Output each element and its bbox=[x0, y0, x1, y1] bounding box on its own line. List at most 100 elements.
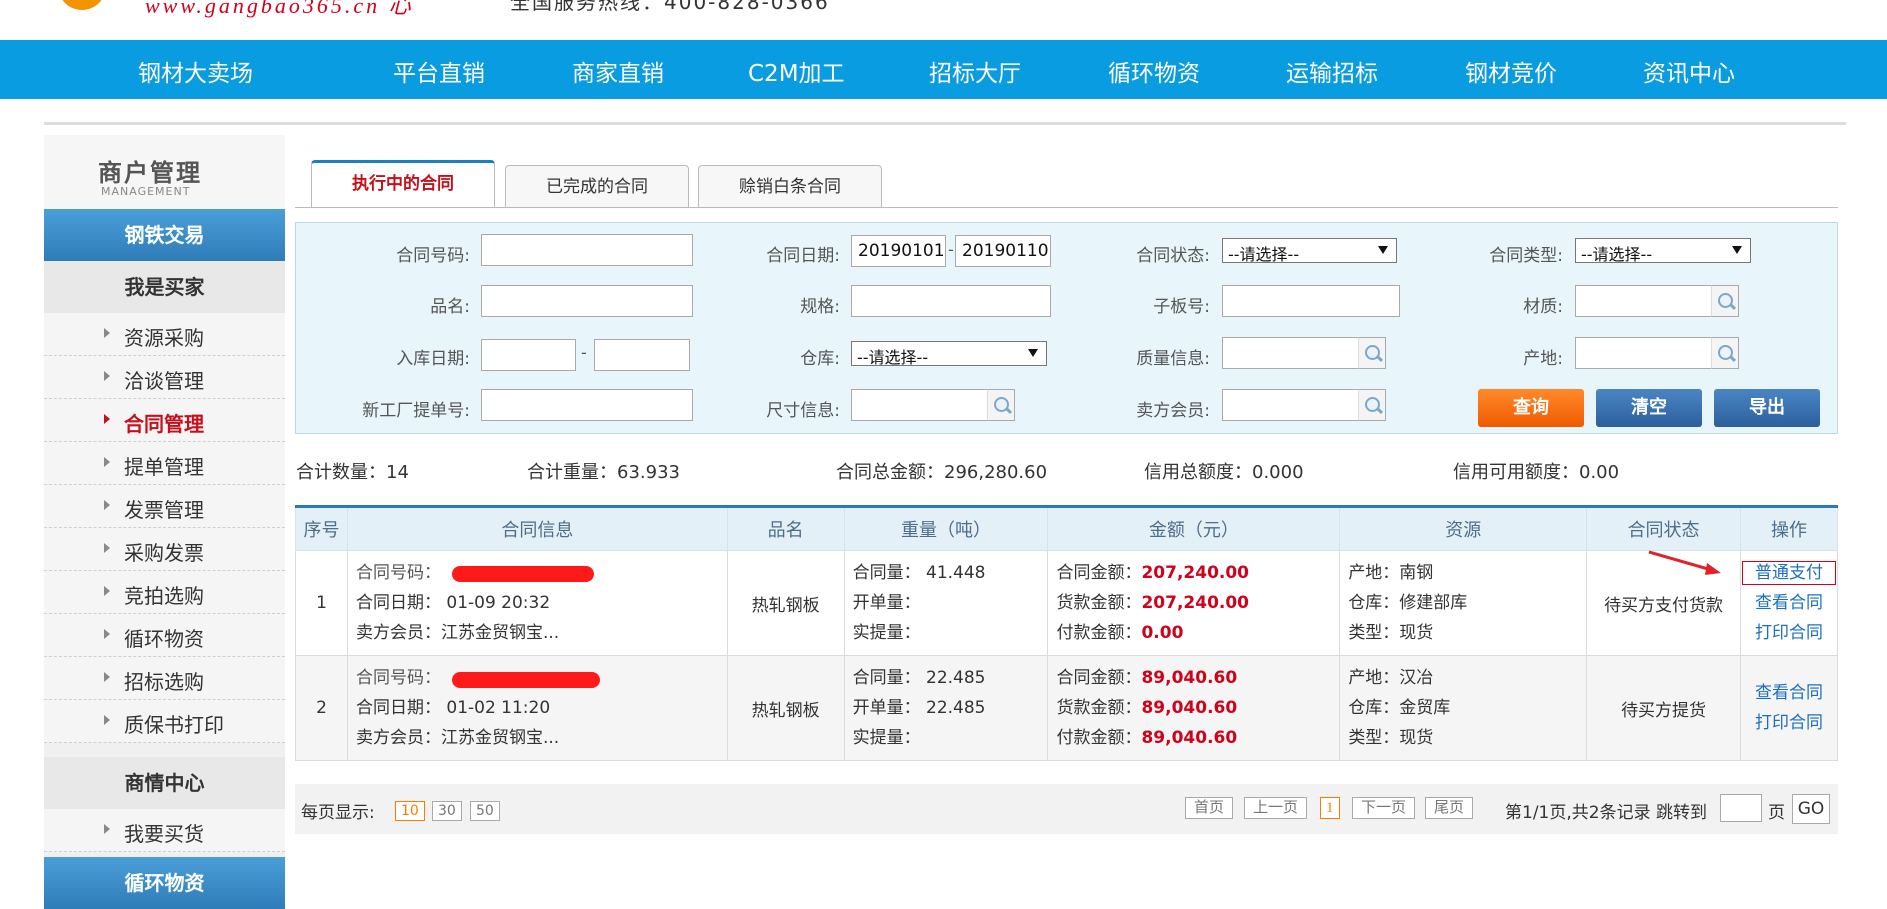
sidebar-item-buy-goods[interactable]: 我要买货 bbox=[44, 809, 285, 852]
seller-line: 卖方会员：江苏金贸钢宝... bbox=[355, 728, 560, 748]
search-icon[interactable] bbox=[1358, 389, 1386, 421]
sidebar-item-resource-purchase[interactable]: 资源采购 bbox=[44, 313, 285, 356]
sidebar-item-purchase-invoice[interactable]: 采购发票 bbox=[44, 528, 285, 571]
sidebar-item-invoice[interactable]: 发票管理 bbox=[44, 485, 285, 528]
view-contract-link[interactable]: 查看合同 bbox=[1741, 678, 1837, 708]
date-to-input[interactable]: 20190110 bbox=[955, 235, 1051, 267]
new-bill-input[interactable] bbox=[481, 389, 693, 421]
amount-paid-label: 付款金额： bbox=[1056, 728, 1142, 748]
arrow-right-icon bbox=[104, 629, 110, 639]
current-page[interactable]: 1 bbox=[1320, 797, 1340, 819]
sidebar-item-recycle[interactable]: 循环物资 bbox=[44, 614, 285, 657]
amount-contract-label: 合同金额： bbox=[1056, 563, 1142, 583]
export-button[interactable]: 导出 bbox=[1714, 389, 1820, 427]
nav-item-platform-direct[interactable]: 平台直销 bbox=[393, 54, 485, 88]
material-input[interactable] bbox=[1575, 285, 1712, 317]
next-page-button[interactable]: 下一页 bbox=[1352, 797, 1416, 819]
nav-item-tender-hall[interactable]: 招标大厅 bbox=[929, 54, 1021, 88]
sidebar-item-label: 合同管理 bbox=[124, 412, 204, 436]
nav-item-news[interactable]: 资讯中心 bbox=[1643, 54, 1735, 88]
amount-contract-line: 合同金额：207,240.00 bbox=[1056, 558, 1339, 588]
sidebar-item-tender[interactable]: 招标选购 bbox=[44, 657, 285, 700]
warehouse-select[interactable]: --请选择-- bbox=[851, 341, 1047, 367]
search-icon[interactable] bbox=[1711, 285, 1739, 317]
sidebar-section-steel-trade[interactable]: 钢铁交易 bbox=[44, 209, 285, 261]
go-button[interactable]: GO bbox=[1792, 794, 1830, 824]
logo-icon[interactable] bbox=[58, 0, 106, 10]
prev-page-button[interactable]: 上一页 bbox=[1244, 797, 1308, 819]
amount-paid-label: 付款金额： bbox=[1056, 623, 1142, 643]
sidebar-item-bill[interactable]: 提单管理 bbox=[44, 442, 285, 485]
nav-item-steel-bidding[interactable]: 钢材竞价 bbox=[1465, 54, 1557, 88]
in-date-from-input[interactable] bbox=[481, 339, 576, 371]
search-icon[interactable] bbox=[1358, 337, 1386, 369]
last-page-button[interactable]: 尾页 bbox=[1425, 797, 1474, 819]
contract-no-label: 合同号码： bbox=[355, 563, 441, 583]
query-button[interactable]: 查询 bbox=[1478, 389, 1584, 427]
contract-date-line: 合同日期： 01-02 11:20 bbox=[355, 698, 551, 718]
site-url[interactable]: www.gangbao365.cn 心 bbox=[145, 0, 414, 20]
normal-pay-button[interactable]: 普通支付 bbox=[1742, 561, 1836, 585]
tab-executing-contracts[interactable]: 执行中的合同 bbox=[311, 160, 495, 207]
in-date-to-input[interactable] bbox=[594, 339, 690, 371]
nav-item-merchant-direct[interactable]: 商家直销 bbox=[572, 54, 664, 88]
page-size-30[interactable]: 30 bbox=[432, 801, 462, 821]
seller-input[interactable] bbox=[1222, 389, 1359, 421]
view-contract-link[interactable]: 查看合同 bbox=[1741, 588, 1837, 618]
material-label: 材质: bbox=[1523, 297, 1563, 317]
annotation-arrow-icon bbox=[1648, 550, 1721, 575]
jump-page-input[interactable] bbox=[1720, 794, 1762, 822]
print-contract-link[interactable]: 打印合同 bbox=[1741, 708, 1837, 738]
origin-input[interactable] bbox=[1575, 337, 1712, 369]
size-input[interactable] bbox=[851, 389, 988, 421]
nav-item-steel-market[interactable]: 钢材大卖场 bbox=[138, 54, 253, 88]
sub-board-input[interactable] bbox=[1222, 285, 1400, 317]
clear-button[interactable]: 清空 bbox=[1596, 389, 1702, 427]
contract-status-select[interactable]: --请选择-- bbox=[1222, 238, 1397, 264]
sidebar-section-recycle[interactable]: 循环物资 bbox=[44, 857, 285, 909]
page-size-50[interactable]: 50 bbox=[470, 801, 500, 821]
first-page-button[interactable]: 首页 bbox=[1185, 797, 1234, 819]
contract-no-label: 合同号码： bbox=[355, 668, 441, 688]
size-label: 尺寸信息: bbox=[766, 401, 840, 421]
sub-board-label: 子板号: bbox=[1153, 297, 1210, 317]
summary-amount: 合同总金额：296,280.60 bbox=[836, 462, 1048, 483]
sidebar-item-label: 洽谈管理 bbox=[124, 369, 204, 393]
tab-completed-contracts[interactable]: 已完成的合同 bbox=[505, 165, 689, 208]
nav-item-recycle[interactable]: 循环物资 bbox=[1108, 54, 1200, 88]
date-from-input[interactable]: 20190101 bbox=[851, 235, 946, 267]
row-no: 2 bbox=[295, 655, 348, 761]
redaction-mark bbox=[452, 566, 594, 582]
spec-input[interactable] bbox=[851, 285, 1051, 317]
sidebar-item-contract[interactable]: 合同管理 bbox=[44, 399, 285, 442]
contract-type-select[interactable]: --请选择-- bbox=[1575, 238, 1751, 264]
print-contract-link[interactable]: 打印合同 bbox=[1741, 618, 1837, 648]
arrow-right-icon bbox=[104, 371, 110, 381]
row-no: 1 bbox=[295, 550, 348, 656]
sidebar-section-buyer[interactable]: 我是买家 bbox=[44, 261, 285, 313]
product-input[interactable] bbox=[481, 285, 693, 317]
col-header-resource: 资源 bbox=[1339, 506, 1588, 551]
sidebar-item-warranty-print[interactable]: 质保书打印 bbox=[44, 700, 285, 743]
amount-contract-value: 207,240.00 bbox=[1141, 563, 1250, 583]
nav-item-transport-tender[interactable]: 运输招标 bbox=[1286, 54, 1378, 88]
amount-goods-line: 货款金额：207,240.00 bbox=[1056, 588, 1339, 618]
arrow-right-icon bbox=[104, 824, 110, 834]
site-header: www.gangbao365.cn 心 全国服务热线：400-828-0366 bbox=[0, 0, 1887, 40]
nav-item-c2m[interactable]: C2M加工 bbox=[748, 54, 845, 88]
search-icon[interactable] bbox=[987, 389, 1015, 421]
sidebar-section-market-info[interactable]: 商情中心 bbox=[44, 757, 285, 809]
date-separator: - bbox=[948, 240, 954, 259]
quality-input[interactable] bbox=[1222, 337, 1359, 369]
search-icon[interactable] bbox=[1711, 337, 1739, 369]
resource-warehouse: 仓库：金贸库 bbox=[1348, 698, 1451, 718]
sidebar-item-negotiation[interactable]: 洽谈管理 bbox=[44, 356, 285, 399]
sidebar-item-auction[interactable]: 竞拍选购 bbox=[44, 571, 285, 614]
sidebar: 商户管理 MANAGEMENT 钢铁交易 我是买家 资源采购 洽谈管理 合同管理… bbox=[44, 135, 285, 909]
arrow-right-icon bbox=[104, 457, 110, 467]
contract-no-input[interactable] bbox=[481, 234, 693, 266]
contracts-table: 序号 合同信息 品名 重量（吨） 金额（元） 资源 合同状态 操作 1 合同号码… bbox=[295, 505, 1838, 761]
sidebar-item-label: 发票管理 bbox=[124, 498, 204, 522]
page-size-10[interactable]: 10 bbox=[395, 801, 425, 821]
tab-credit-contracts[interactable]: 赊销白条合同 bbox=[698, 165, 882, 208]
